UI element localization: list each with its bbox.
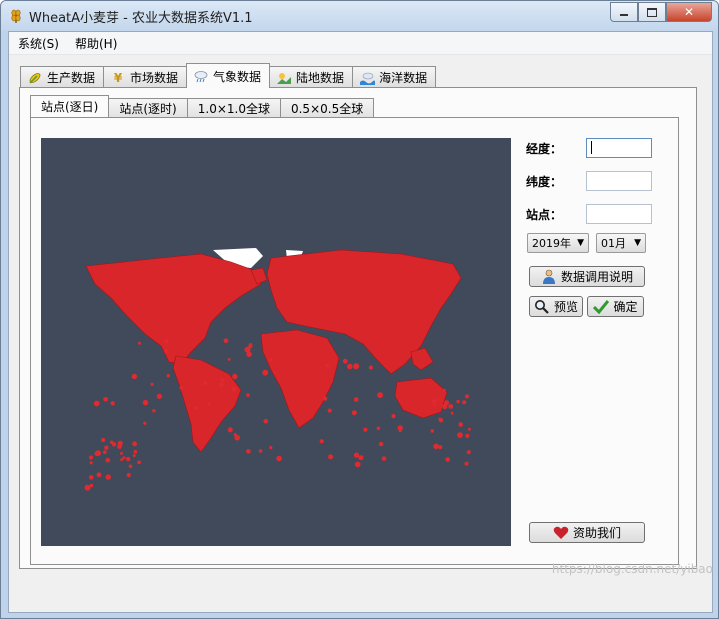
tab-market-label: 市场数据	[130, 71, 179, 85]
latitude-label: 纬度：	[526, 175, 563, 189]
preview-label: 预览	[553, 300, 578, 314]
world-station-map	[84, 248, 471, 491]
tab-land[interactable]: 陆地数据	[269, 66, 354, 88]
magnifier-icon	[534, 300, 549, 314]
status-bar	[9, 580, 712, 612]
close-button[interactable]: ✕	[666, 2, 712, 22]
close-icon: ✕	[683, 5, 695, 19]
donate-button[interactable]: 资助我们	[529, 522, 645, 543]
land-icon	[277, 72, 292, 84]
station-daily-panel: 经度： 纬度： 站点： 2019年 ▼ 01月 ▼ 数据调用说明 预览 确定 资…	[30, 117, 679, 565]
weather-icon	[194, 71, 208, 83]
menu-system[interactable]: 系统(S)	[17, 33, 60, 54]
tab-land-label: 陆地数据	[296, 71, 345, 85]
app-window: WheatA小麦芽 - 农业大数据系统V1.1 ✕ 系统(S) 帮助(H) 生产…	[0, 0, 719, 619]
menu-help[interactable]: 帮助(H)	[74, 33, 118, 54]
wheat-app-icon	[11, 9, 21, 23]
tab-production[interactable]: 生产数据	[20, 66, 105, 88]
tab-ocean-label: 海洋数据	[379, 71, 428, 85]
donate-label: 资助我们	[572, 526, 621, 540]
text-caret	[591, 141, 592, 154]
main-tab-strip: 生产数据 ¥ 市场数据 气象数据 陆地数据 海洋数据	[20, 63, 437, 88]
ocean-icon	[360, 72, 376, 85]
station-input[interactable]	[586, 204, 652, 224]
preview-button[interactable]: 预览	[529, 296, 583, 317]
subtab-global-1deg[interactable]: 1.0×1.0全球	[186, 98, 281, 117]
client-area: 系统(S) 帮助(H) 生产数据 ¥ 市场数据 气象数据 陆地数据 海洋数据 站…	[8, 31, 713, 613]
year-select[interactable]: 2019年 ▼	[527, 233, 589, 253]
longitude-label: 经度：	[526, 142, 563, 156]
data-help-button[interactable]: 数据调用说明	[529, 266, 645, 287]
confirm-label: 确定	[613, 300, 638, 314]
yen-icon: ¥	[113, 70, 123, 85]
data-help-label: 数据调用说明	[560, 270, 633, 284]
maximize-icon	[647, 7, 657, 17]
user-help-icon	[542, 269, 555, 284]
tab-weather-label: 气象数据	[213, 69, 262, 84]
minimize-icon	[620, 14, 628, 16]
chevron-down-icon: ▼	[634, 238, 641, 248]
station-map[interactable]	[41, 138, 511, 546]
tab-weather[interactable]: 气象数据	[186, 63, 271, 88]
watermark-text: https://blog.csdn.net/yibao	[551, 562, 713, 576]
confirm-button[interactable]: 确定	[587, 296, 644, 317]
minimize-button[interactable]	[610, 2, 638, 22]
latitude-input[interactable]	[586, 171, 652, 191]
corn-icon	[29, 72, 41, 84]
heart-icon	[553, 526, 569, 539]
title-bar[interactable]: WheatA小麦芽 - 农业大数据系统V1.1 ✕	[1, 1, 718, 31]
month-select-value: 01月	[601, 237, 626, 250]
weather-panel: 站点(逐日) 站点(逐时) 1.0×1.0全球 0.5×0.5全球 经度： 纬度…	[19, 87, 697, 569]
sub-tab-strip: 站点(逐日) 站点(逐时) 1.0×1.0全球 0.5×0.5全球	[30, 95, 375, 117]
checkmark-icon	[593, 300, 610, 314]
menu-bar: 系统(S) 帮助(H)	[9, 32, 712, 55]
window-controls: ✕	[610, 2, 712, 22]
month-select[interactable]: 01月 ▼	[596, 233, 646, 253]
subtab-global-half-deg[interactable]: 0.5×0.5全球	[279, 98, 375, 117]
tab-production-label: 生产数据	[47, 71, 96, 85]
maximize-button[interactable]	[638, 2, 666, 22]
longitude-input[interactable]	[586, 138, 652, 158]
tab-ocean[interactable]: 海洋数据	[352, 66, 437, 88]
year-select-value: 2019年	[532, 237, 571, 250]
station-density	[85, 249, 462, 453]
subtab-station-hourly[interactable]: 站点(逐时)	[108, 98, 188, 117]
window-title: WheatA小麦芽 - 农业大数据系统V1.1	[29, 11, 253, 26]
chevron-down-icon: ▼	[577, 238, 584, 248]
subtab-station-daily[interactable]: 站点(逐日)	[30, 95, 110, 117]
tab-market[interactable]: ¥ 市场数据	[103, 66, 188, 88]
station-label: 站点：	[526, 208, 563, 222]
